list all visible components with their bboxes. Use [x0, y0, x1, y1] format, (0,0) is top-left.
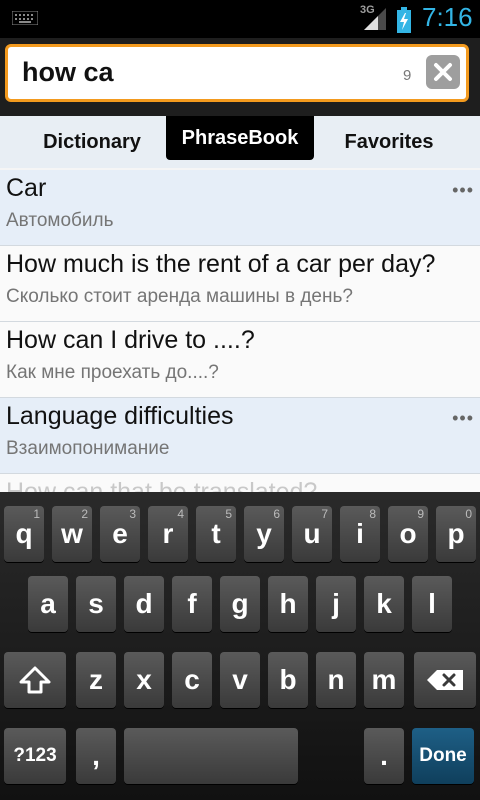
- clear-search-button[interactable]: [426, 55, 460, 89]
- battery-charging-icon: [397, 7, 411, 33]
- key-r[interactable]: 4r: [148, 506, 188, 562]
- list-item-subtitle: Взаимопонимание: [6, 438, 170, 459]
- list-item-title: Language difficulties: [6, 402, 234, 430]
- list-item-title: Car: [6, 174, 47, 202]
- list-item-subtitle: Сколько стоит аренда машины в день?: [6, 286, 353, 307]
- tab-dictionary[interactable]: Dictionary: [18, 116, 166, 168]
- comma-key[interactable]: ,: [76, 728, 116, 784]
- key-w[interactable]: 2w: [52, 506, 92, 562]
- status-clock: 7:16: [422, 2, 473, 32]
- tab-bar: Dictionary PhraseBook Favorites: [0, 116, 480, 168]
- key-d[interactable]: d: [124, 576, 164, 632]
- list-item-subtitle: Автомобиль: [6, 210, 114, 231]
- key-n[interactable]: n: [316, 652, 356, 708]
- key-e[interactable]: 3e: [100, 506, 140, 562]
- symbols-key[interactable]: ?123: [4, 728, 66, 784]
- more-options-icon[interactable]: •••: [452, 180, 474, 201]
- signal-strength-icon: [364, 8, 386, 30]
- key-t[interactable]: 5t: [196, 506, 236, 562]
- key-v[interactable]: v: [220, 652, 260, 708]
- key-s[interactable]: s: [76, 576, 116, 632]
- list-item-phrase[interactable]: How can I drive to ....? Как мне проехат…: [0, 322, 480, 398]
- key-k[interactable]: k: [364, 576, 404, 632]
- key-b[interactable]: b: [268, 652, 308, 708]
- key-l[interactable]: l: [412, 576, 452, 632]
- space-key[interactable]: [124, 728, 298, 784]
- key-u[interactable]: 7u: [292, 506, 332, 562]
- key-z[interactable]: z: [76, 652, 116, 708]
- key-a[interactable]: a: [28, 576, 68, 632]
- period-key[interactable]: .: [364, 728, 404, 784]
- tab-favorites[interactable]: Favorites: [314, 116, 464, 168]
- key-f[interactable]: f: [172, 576, 212, 632]
- list-item-title: How can I drive to ....?: [6, 326, 255, 354]
- key-j[interactable]: j: [316, 576, 356, 632]
- search-query-text: how ca: [22, 57, 114, 87]
- key-q[interactable]: 1q: [4, 506, 44, 562]
- soft-keyboard: 1q 2w 3e 4r 5t 6y 7u 8i 9o 0p a s d f g …: [0, 492, 480, 800]
- backspace-key[interactable]: [414, 652, 476, 708]
- list-item-phrase[interactable]: How can that be translated?: [0, 474, 480, 492]
- key-y[interactable]: 6y: [244, 506, 284, 562]
- list-item-category[interactable]: Language difficulties Взаимопонимание ••…: [0, 398, 480, 474]
- more-options-icon[interactable]: •••: [452, 408, 474, 429]
- tab-phrasebook[interactable]: PhraseBook: [166, 116, 314, 160]
- list-item-title: How can that be translated?: [6, 478, 318, 492]
- done-key[interactable]: Done: [412, 728, 474, 784]
- close-icon: [434, 63, 452, 81]
- list-item-title: How much is the rent of a car per day?: [6, 250, 436, 278]
- key-g[interactable]: g: [220, 576, 260, 632]
- key-i[interactable]: 8i: [340, 506, 380, 562]
- key-m[interactable]: m: [364, 652, 404, 708]
- key-h[interactable]: h: [268, 576, 308, 632]
- key-p[interactable]: 0p: [436, 506, 476, 562]
- key-x[interactable]: x: [124, 652, 164, 708]
- shift-key[interactable]: [4, 652, 66, 708]
- backspace-icon: [427, 670, 463, 690]
- keyboard-icon: [12, 11, 38, 25]
- status-bar: 3G 7:16: [0, 0, 480, 38]
- key-o[interactable]: 9o: [388, 506, 428, 562]
- search-input[interactable]: how ca 9: [5, 44, 469, 102]
- list-item-subtitle: Как мне проехать до....?: [6, 362, 219, 383]
- list-item-category[interactable]: Car Автомобиль •••: [0, 170, 480, 246]
- phrase-list: Car Автомобиль ••• How much is the rent …: [0, 170, 480, 492]
- key-c[interactable]: c: [172, 652, 212, 708]
- search-header: how ca 9: [0, 38, 480, 116]
- result-count: 9: [403, 67, 412, 84]
- shift-icon: [19, 666, 51, 694]
- list-item-phrase[interactable]: How much is the rent of a car per day? С…: [0, 246, 480, 322]
